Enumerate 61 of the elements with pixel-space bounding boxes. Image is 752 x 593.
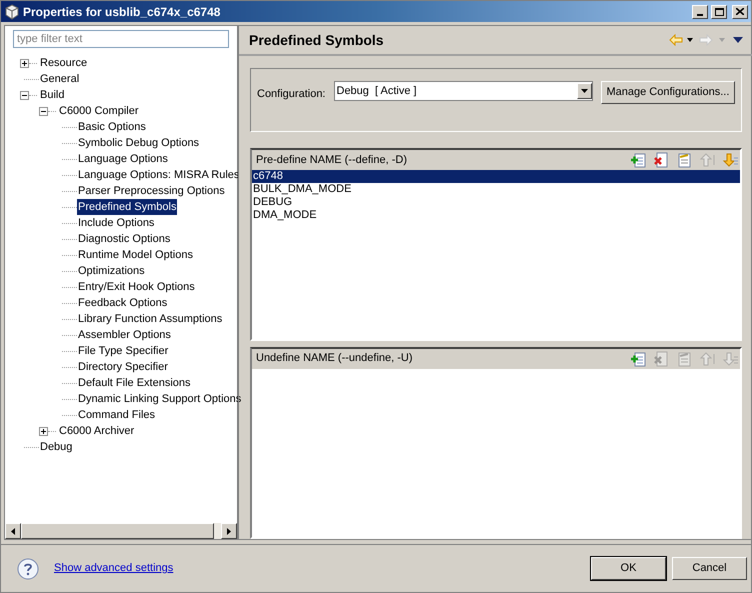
manage-configurations-button[interactable]: Manage Configurations...: [600, 81, 736, 104]
tree-item[interactable]: Default File Extensions: [77, 374, 192, 392]
tree-item[interactable]: Entry/Exit Hook Options: [77, 278, 196, 296]
show-advanced-settings-link[interactable]: Show advanced settings: [54, 560, 591, 577]
collapse-icon[interactable]: [39, 106, 48, 116]
help-icon[interactable]: [17, 558, 39, 580]
tree-item[interactable]: Predefined Symbols: [77, 198, 178, 216]
left-arrow-icon[interactable]: [11, 528, 15, 534]
configuration-dropdown[interactable]: Debug [ Active ]: [334, 81, 592, 101]
tree-item[interactable]: Feedback Options: [77, 294, 168, 312]
horizontal-scrollbar[interactable]: [5, 523, 237, 539]
filter-field[interactable]: type filter text: [13, 30, 229, 48]
right-arrow-icon[interactable]: [227, 528, 231, 534]
tree-item[interactable]: C6000 Archiver: [58, 422, 136, 440]
list-item[interactable]: DMA_MODE: [252, 209, 740, 222]
tree-item[interactable]: Resource: [39, 54, 88, 72]
dropdown-icon[interactable]: [687, 38, 694, 42]
edit-icon[interactable]: [676, 152, 692, 168]
page-title: Predefined Symbols: [249, 30, 385, 50]
list-title: Undefine NAME (--undefine, -U): [256, 351, 414, 366]
close-icon: [736, 8, 744, 15]
tree-item[interactable]: Diagnostic Options: [77, 230, 172, 248]
dialog-button[interactable]: Cancel: [672, 557, 747, 580]
list-title: Pre-define NAME (--define, -D): [256, 152, 408, 168]
add-icon[interactable]: [630, 350, 646, 366]
list-item[interactable]: c6748: [252, 170, 740, 183]
cube-icon: [4, 4, 20, 20]
tree-item[interactable]: Language Options: [77, 150, 169, 168]
expand-icon[interactable]: [39, 426, 48, 436]
tree-item[interactable]: Assembler Options: [77, 326, 172, 344]
tree-item[interactable]: Dynamic Linking Support Options: [77, 390, 242, 408]
tree-item[interactable]: C6000 Compiler: [58, 102, 140, 120]
tree-item[interactable]: Basic Options: [77, 118, 147, 136]
tree-item[interactable]: Language Options: MISRA Rules: [77, 166, 240, 184]
dialog-button[interactable]: OK: [591, 557, 666, 580]
expand-icon[interactable]: [20, 58, 29, 68]
tree-item[interactable]: Library Function Assumptions: [77, 310, 224, 328]
tree-item[interactable]: Debug: [39, 438, 74, 456]
tree-item[interactable]: Directory Specifier: [77, 358, 169, 376]
collapse-icon[interactable]: [20, 90, 29, 100]
tree-item[interactable]: Build: [39, 86, 66, 104]
maximize-button[interactable]: [711, 4, 727, 18]
configuration-label: Configuration:: [257, 87, 326, 102]
tree-item[interactable]: Symbolic Debug Options: [77, 134, 200, 152]
list-item[interactable]: DEBUG: [252, 196, 740, 209]
caret-icon: [580, 89, 588, 93]
tree-item[interactable]: Include Options: [77, 214, 156, 232]
tree-item[interactable]: Parser Preprocessing Options: [77, 182, 226, 200]
window-title: Properties for usblib_c674x_c6748: [23, 4, 222, 20]
tree-item[interactable]: Command Files: [77, 406, 156, 424]
tree-item[interactable]: General: [39, 70, 80, 88]
close-button[interactable]: [732, 4, 748, 18]
tree-item[interactable]: File Type Specifier: [77, 342, 170, 360]
delete-icon[interactable]: [653, 152, 670, 168]
tree-item[interactable]: Optimizations: [77, 262, 146, 280]
list-box[interactable]: c6748 BULK_DMA_MODE DEBUG DMA_MODE: [252, 170, 740, 338]
add-icon[interactable]: [630, 152, 646, 168]
menu-icon[interactable]: [733, 37, 744, 43]
list-item[interactable]: BULK_DMA_MODE: [252, 183, 740, 196]
tree-item[interactable]: Runtime Model Options: [77, 246, 194, 264]
minimize-button[interactable]: [692, 4, 708, 18]
